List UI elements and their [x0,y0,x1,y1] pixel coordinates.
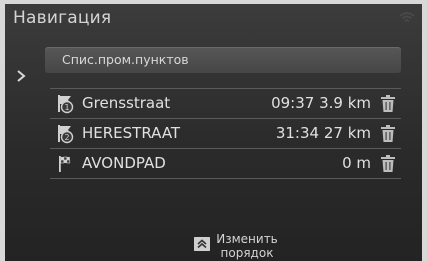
waypoint-2-icon: 2 [58,125,74,144]
delete-waypoint-2-trash-icon[interactable] [380,125,396,143]
waypoint-list-title: Спис.пром.пунктов [62,52,189,67]
waypoint-list-header: Спис.пром.пунктов [45,47,401,73]
waypoint-name: HERESTRAAT [82,124,181,142]
reorder-label: Изменить порядок [214,232,280,260]
reorder-label-line1: Изменить [216,232,278,246]
waypoint-list: 1 Grensstraat 09:37 3.9 km 2 HERESTRAAT … [50,88,401,179]
reorder-button[interactable]: Изменить порядок [176,232,316,261]
waypoint-row-3[interactable]: AVONDPAD 0 m [50,149,401,179]
waypoint-row-1[interactable]: 1 Grensstraat 09:37 3.9 km [50,88,401,119]
waypoint-eta-distance: 0 m [342,154,371,172]
delete-waypoint-3-trash-icon[interactable] [380,155,396,173]
delete-waypoint-1-trash-icon[interactable] [380,95,396,113]
chevron-right-icon [17,70,26,82]
svg-text:1: 1 [64,103,69,112]
waypoint-eta-distance: 31:34 27 km [275,124,371,142]
reorder-icon [194,237,210,251]
screen-title: Навигация [13,8,112,28]
waypoint-eta-distance: 09:37 3.9 km [271,94,371,112]
reorder-label-line2: порядок [220,246,274,260]
navigation-screen: Навигация Спис.пром.пунктов 1 Grensstraa… [0,0,427,261]
waypoint-name: Grensstraat [82,94,171,112]
svg-text:2: 2 [64,133,69,142]
destination-flag-icon [59,156,71,172]
waypoint-name: AVONDPAD [82,154,166,172]
expand-side-menu-button[interactable] [7,58,35,94]
waypoint-row-2[interactable]: 2 HERESTRAAT 31:34 27 km [50,119,401,149]
wifi-icon [399,12,415,22]
waypoint-1-icon: 1 [58,95,74,114]
